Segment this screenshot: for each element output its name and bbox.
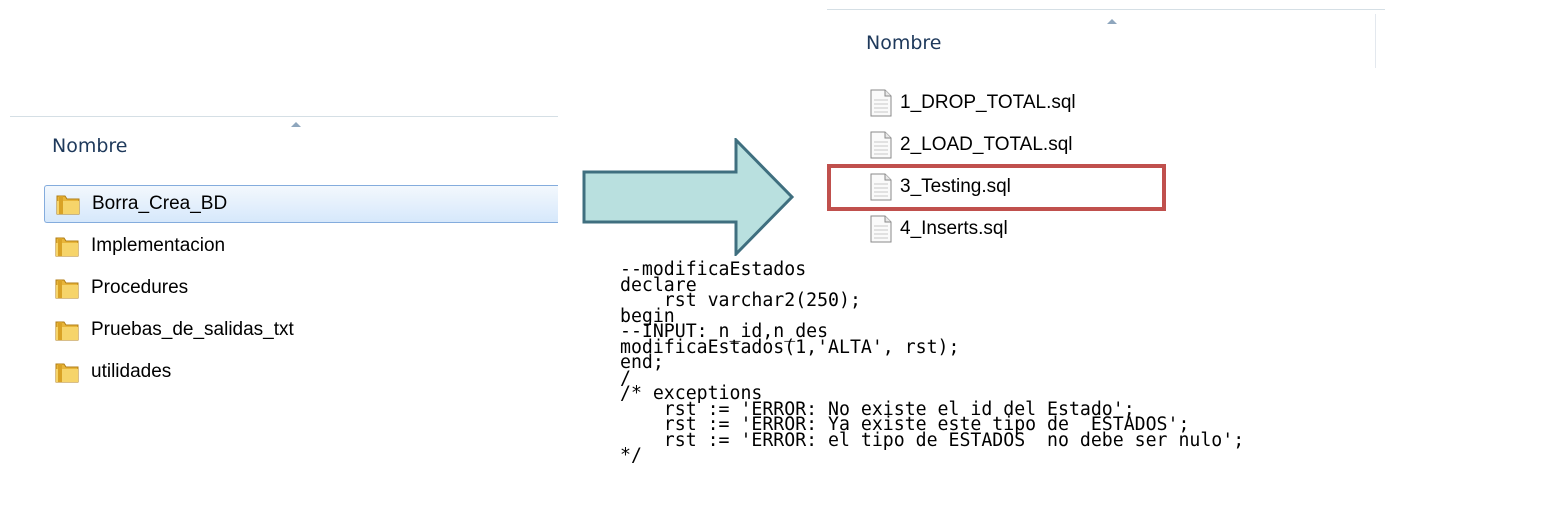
folder-icon [54, 234, 80, 258]
code-line: rst := 'ERROR: el tipo de ESTADOS no deb… [620, 429, 1245, 451]
sql-file-icon [870, 131, 892, 159]
folder-label: Implementacion [91, 235, 226, 256]
sort-up-icon [291, 122, 301, 127]
folder-icon [54, 276, 80, 300]
sql-file-icon [870, 89, 892, 117]
file-list-panel: Nombre 1_DROP_TOTAL.sql 2_LOAD_TOTAL.sql… [827, 9, 1385, 254]
folder-icon [54, 318, 80, 342]
column-divider [1375, 14, 1376, 68]
folder-label: Pruebas_de_salidas_txt [91, 319, 294, 340]
folder-label: Borra_Crea_BD [92, 193, 228, 214]
folder-item-implementacion[interactable]: Implementacion [44, 227, 558, 265]
sort-up-icon [1107, 19, 1117, 24]
code-line: modificaEstados(1,'ALTA', rst); [620, 336, 960, 358]
column-header-nombre[interactable]: Nombre [52, 135, 128, 157]
sql-code-snippet: --modificaEstados declare rst varchar2(2… [620, 260, 1245, 466]
folder-icon [55, 192, 81, 216]
folder-item-procedures[interactable]: Procedures [44, 269, 558, 307]
folder-item-borra-crea-bd[interactable]: Borra_Crea_BD [44, 185, 558, 223]
file-item-2-load-total[interactable]: 2_LOAD_TOTAL.sql [870, 126, 1072, 164]
folder-item-utilidades[interactable]: utilidades [44, 353, 558, 391]
file-item-4-inserts[interactable]: 4_Inserts.sql [870, 210, 1008, 248]
folder-label: Procedures [91, 277, 189, 298]
file-label: 1_DROP_TOTAL.sql [900, 92, 1076, 113]
folder-label: utilidades [91, 361, 172, 382]
code-line: */ [620, 445, 642, 466]
highlight-box [827, 164, 1166, 211]
file-label: 2_LOAD_TOTAL.sql [900, 134, 1073, 155]
sql-file-icon [870, 215, 892, 243]
folder-icon [54, 360, 80, 384]
column-header-nombre[interactable]: Nombre [866, 32, 942, 54]
folder-list-panel: Nombre Borra_Crea_BD Implementacion Proc… [10, 116, 558, 397]
right-arrow-icon [582, 138, 795, 256]
folder-item-pruebas-de-salidas-txt[interactable]: Pruebas_de_salidas_txt [44, 311, 558, 349]
file-item-1-drop-total[interactable]: 1_DROP_TOTAL.sql [870, 84, 1076, 122]
file-label: 4_Inserts.sql [900, 218, 1008, 239]
